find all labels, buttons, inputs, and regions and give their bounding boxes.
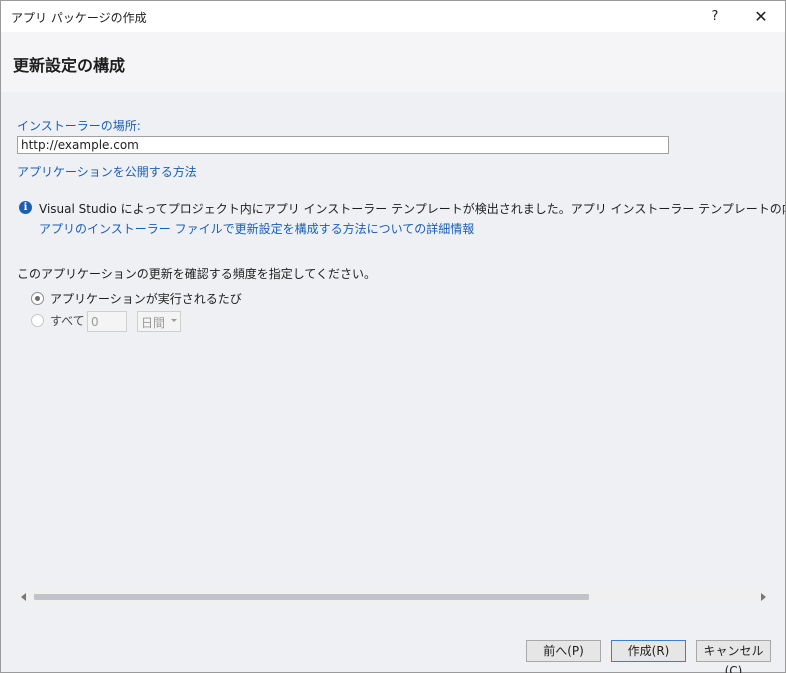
back-button[interactable]: 前へ(P): [526, 640, 601, 662]
installer-location-label: インストーラーの場所:: [17, 119, 141, 133]
create-button[interactable]: 作成(R): [611, 640, 686, 662]
info-icon: i: [19, 201, 32, 214]
close-icon[interactable]: ✕: [741, 1, 781, 32]
publish-howto-link[interactable]: アプリケーションを公開する方法: [17, 163, 197, 180]
scrollbar-thumb[interactable]: [34, 594, 589, 600]
radio-every-label: すべて: [50, 314, 85, 328]
radio-every[interactable]: [31, 314, 44, 327]
interval-unit-value: 日間: [141, 316, 166, 330]
page-title: 更新設定の構成: [13, 56, 126, 75]
dialog-window: アプリ パッケージの作成 ? ✕ 更新設定の構成 インストーラーの場所: アプリ…: [0, 0, 786, 673]
cancel-button[interactable]: キャンセル(C): [696, 640, 771, 673]
interval-input[interactable]: [87, 311, 127, 332]
radio-each-run-row[interactable]: アプリケーションが実行されるたび: [31, 290, 242, 307]
window-title: アプリ パッケージの作成: [11, 11, 147, 25]
radio-each-run-label: アプリケーションが実行されるたび: [50, 292, 242, 306]
main-content: インストーラーの場所: アプリケーションを公開する方法 i Visual Stu…: [1, 92, 785, 629]
info-message: Visual Studio によってプロジェクト内にアプリ インストーラー テン…: [39, 202, 785, 216]
page-header: 更新設定の構成: [1, 32, 785, 92]
interval-unit-select[interactable]: 日間: [137, 311, 181, 332]
arrow-right-icon[interactable]: [761, 593, 766, 601]
installer-location-input[interactable]: [17, 136, 669, 154]
radio-every-row[interactable]: すべて: [31, 312, 85, 329]
title-bar: アプリ パッケージの作成 ? ✕: [1, 1, 785, 32]
arrow-left-icon[interactable]: [21, 593, 26, 601]
horizontal-scrollbar[interactable]: [17, 589, 770, 604]
help-icon[interactable]: ?: [695, 1, 735, 32]
radio-each-run[interactable]: [31, 292, 44, 305]
update-settings-info-link[interactable]: アプリのインストーラー ファイルで更新設定を構成する方法についての詳細情報: [39, 220, 474, 237]
chevron-down-icon: [171, 319, 177, 322]
frequency-label: このアプリケーションの更新を確認する頻度を指定してください。: [17, 267, 377, 281]
dialog-footer: 前へ(P) 作成(R) キャンセル(C): [1, 629, 785, 673]
